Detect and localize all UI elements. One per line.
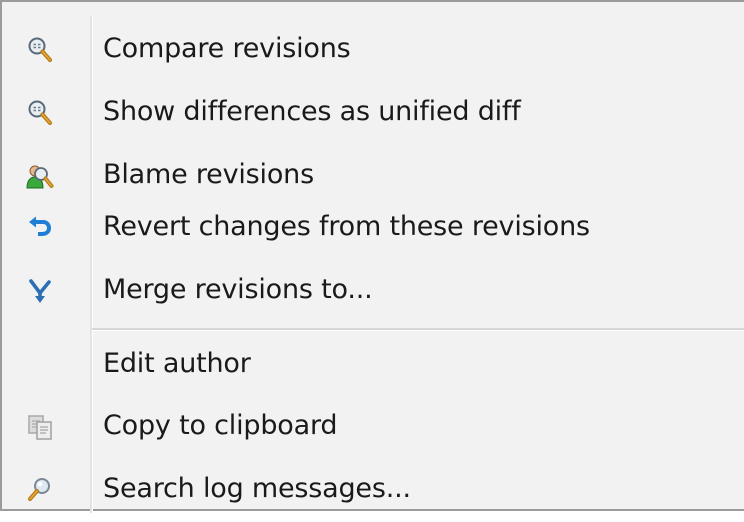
magnifier-icon bbox=[26, 36, 54, 64]
merge-icon bbox=[26, 277, 54, 305]
menu-item-search-log-messages[interactable]: Search log messages... bbox=[2, 458, 744, 522]
menu-item-label: Show differences as unified diff bbox=[103, 96, 521, 127]
menu-item-label: Compare revisions bbox=[103, 33, 351, 64]
menu-item-label: Merge revisions to... bbox=[103, 274, 373, 305]
menu-item-label: Edit author bbox=[103, 348, 251, 379]
magnifier-icon bbox=[26, 99, 54, 127]
menu-item-label: Search log messages... bbox=[103, 473, 411, 504]
menu-item-compare-revisions[interactable]: Compare revisions bbox=[2, 18, 744, 82]
context-menu: Compare revisions Show differences as un… bbox=[0, 0, 744, 513]
blame-user-magnifier-icon bbox=[26, 162, 54, 190]
menu-item-edit-author[interactable]: Edit author bbox=[2, 333, 744, 397]
menu-item-merge-revisions[interactable]: Merge revisions to... bbox=[2, 259, 744, 323]
menu-item-copy-to-clipboard[interactable]: Copy to clipboard bbox=[2, 395, 744, 459]
menu-item-label: Blame revisions bbox=[103, 159, 314, 190]
clipboard-copy-icon bbox=[26, 413, 54, 441]
revert-arrow-icon bbox=[26, 214, 54, 242]
menu-item-label: Revert changes from these revisions bbox=[103, 211, 590, 242]
search-magnifier-icon bbox=[26, 476, 54, 504]
menu-item-show-unified-diff[interactable]: Show differences as unified diff bbox=[2, 81, 744, 145]
menu-item-label: Copy to clipboard bbox=[103, 410, 338, 441]
menu-separator bbox=[92, 328, 744, 331]
menu-item-revert-changes[interactable]: Revert changes from these revisions bbox=[2, 196, 744, 260]
